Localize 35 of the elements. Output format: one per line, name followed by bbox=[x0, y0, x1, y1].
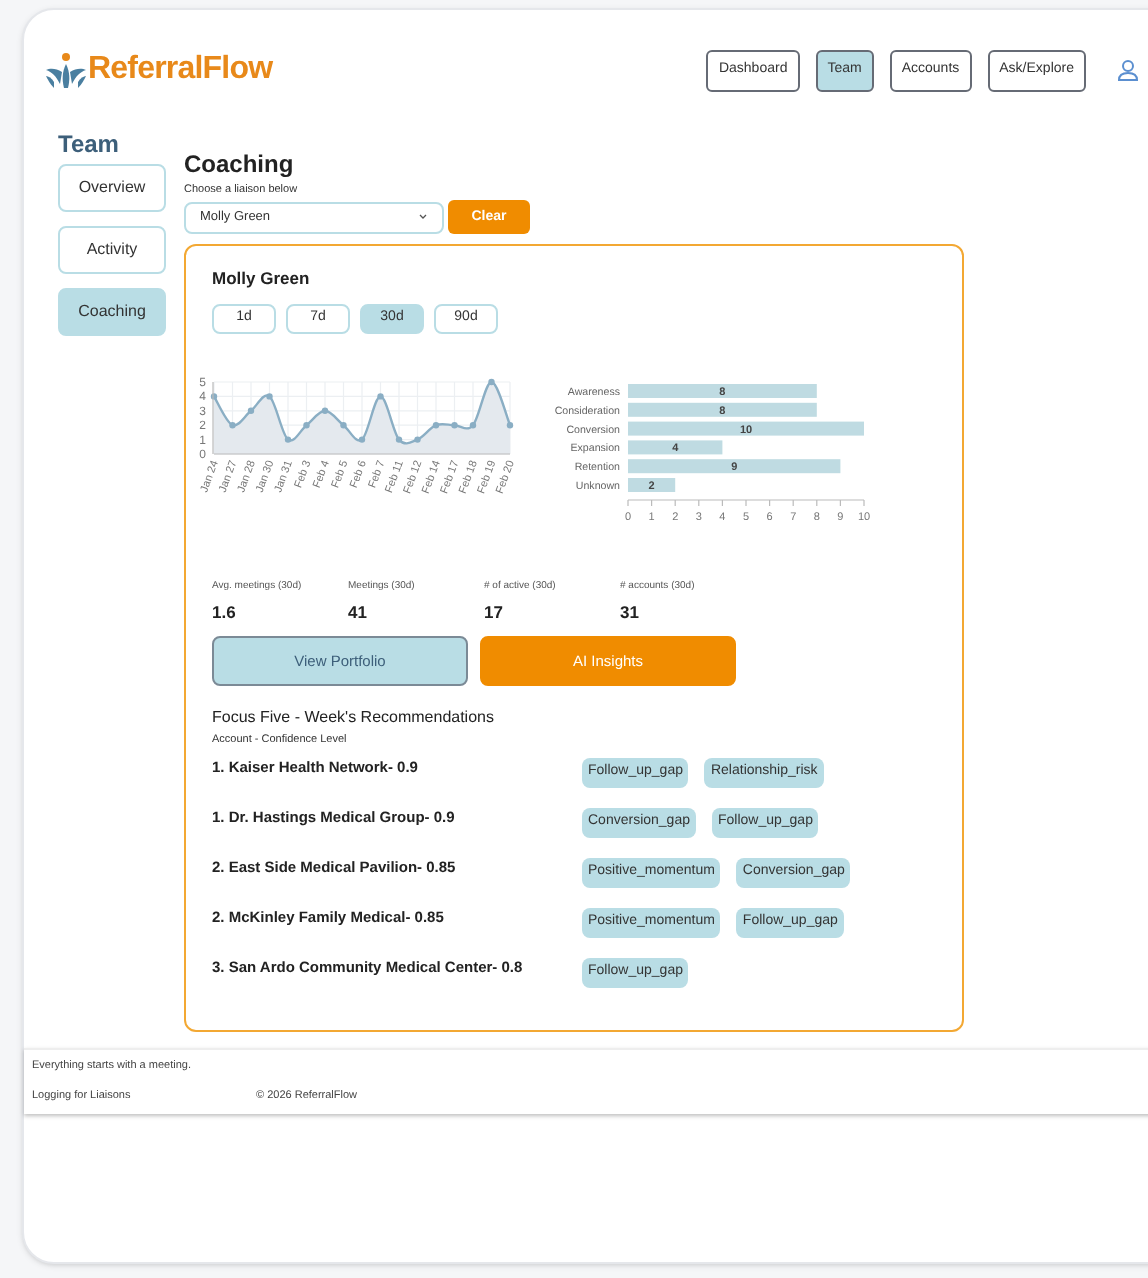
stat-value: 17 bbox=[484, 599, 505, 625]
data-point bbox=[506, 422, 514, 429]
data-point bbox=[469, 422, 477, 429]
stat-value: 41 bbox=[348, 599, 369, 625]
user-icon[interactable] bbox=[1116, 58, 1140, 82]
data-point bbox=[377, 393, 384, 400]
data-point bbox=[266, 393, 273, 400]
data-point bbox=[395, 436, 403, 443]
bar bbox=[628, 440, 723, 455]
y-axis bbox=[212, 381, 214, 455]
sprout-logo-icon bbox=[46, 52, 86, 88]
logo-text: ReferralFlow bbox=[88, 50, 273, 90]
chevron-down-icon bbox=[418, 212, 428, 223]
data-point bbox=[303, 422, 310, 429]
data-point bbox=[321, 407, 329, 414]
data-point bbox=[451, 422, 458, 429]
sidebar-title: Team bbox=[58, 130, 121, 158]
data-point bbox=[284, 436, 292, 443]
liaison-name: Molly Green bbox=[212, 266, 312, 292]
section-title: Focus Five - Week's Recommendations bbox=[212, 706, 496, 731]
data-point bbox=[488, 378, 495, 386]
stat-value: 1.6 bbox=[212, 599, 238, 625]
data-point bbox=[340, 422, 347, 429]
data-point bbox=[414, 436, 421, 443]
data-point bbox=[229, 422, 236, 429]
bar bbox=[628, 478, 676, 492]
data-point bbox=[210, 393, 218, 400]
data-point bbox=[358, 436, 366, 443]
sidebar-item[interactable]: Overview bbox=[58, 164, 166, 212]
data-point bbox=[432, 422, 440, 429]
page-title: Coaching bbox=[184, 150, 296, 178]
stat-value: 31 bbox=[620, 599, 641, 625]
sidebar-item[interactable]: Activity bbox=[58, 226, 166, 274]
data-point bbox=[247, 407, 255, 414]
sidebar-item[interactable]: Coaching bbox=[58, 288, 166, 336]
